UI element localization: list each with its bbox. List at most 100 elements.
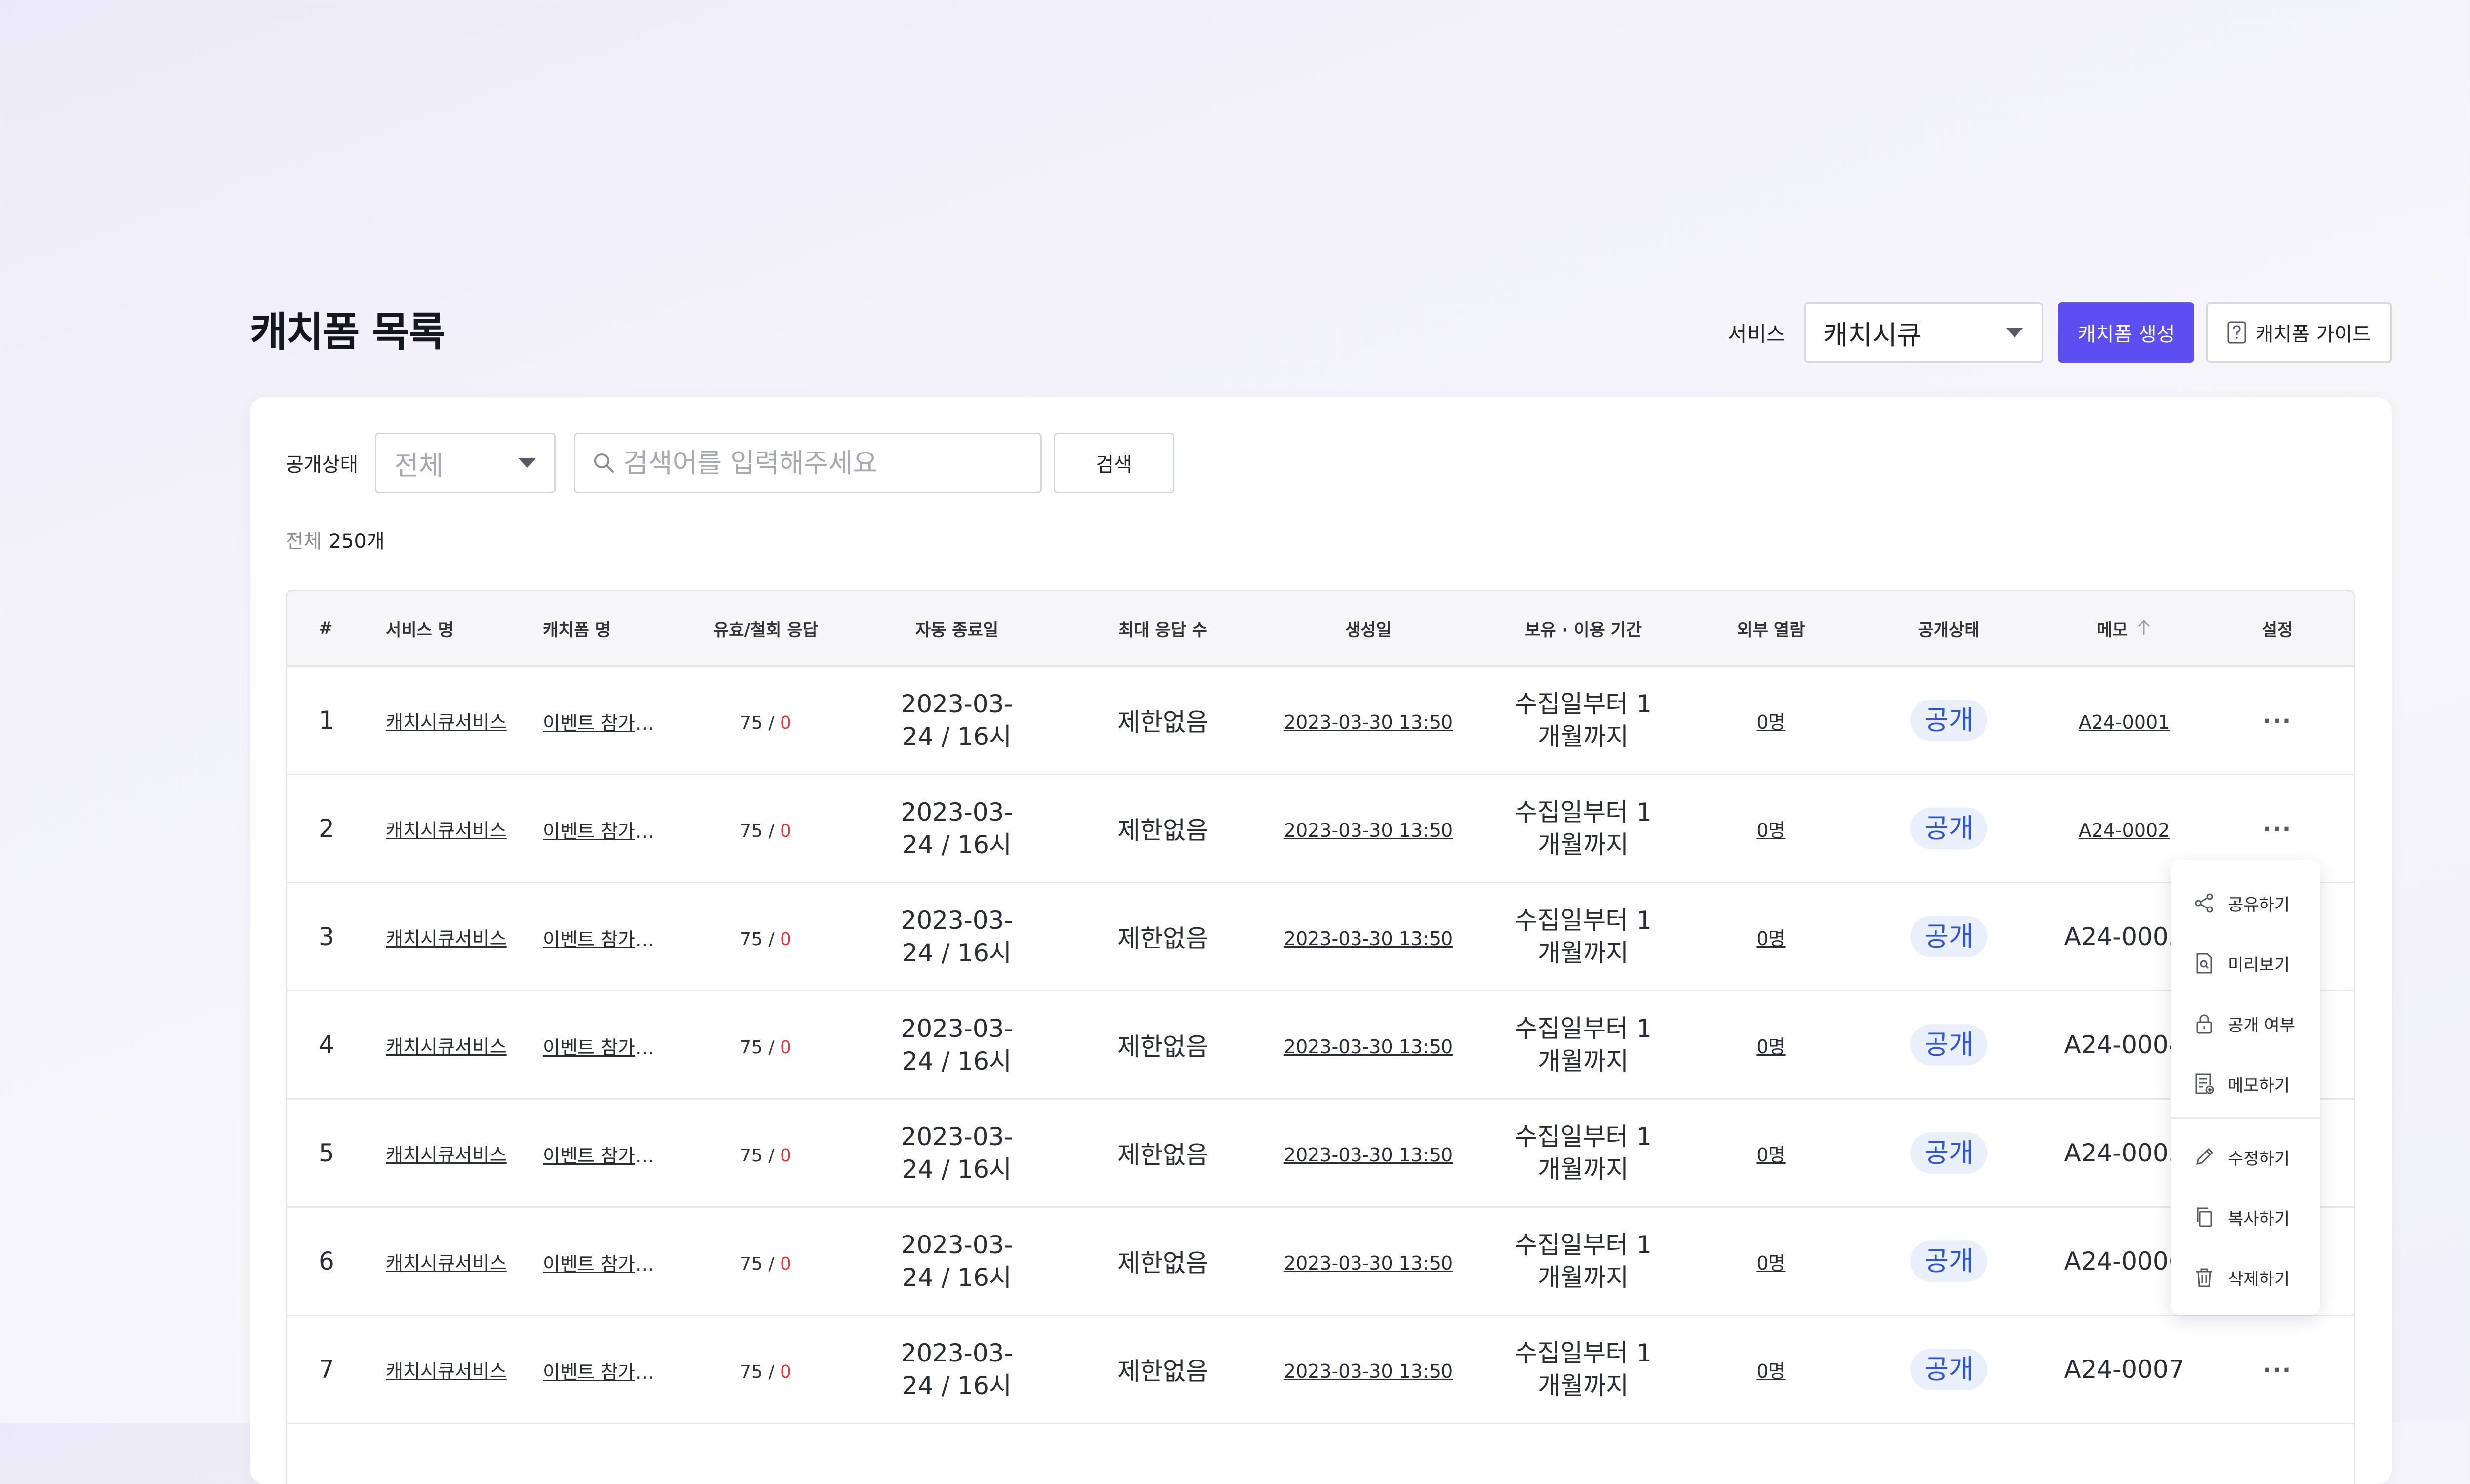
- row-number: 3: [287, 882, 386, 991]
- created-date-link[interactable]: 2023-03-30 13:50: [1284, 820, 1453, 841]
- menu-item-label: 삭제하기: [2228, 1269, 2290, 1289]
- created-date-link[interactable]: 2023-03-30 13:50: [1284, 1360, 1453, 1382]
- row-number: 4: [287, 990, 386, 1100]
- form-name-link[interactable]: 이벤트 참가신청서: [543, 1249, 657, 1276]
- search-button[interactable]: 검색: [1054, 433, 1175, 493]
- status-filter-select[interactable]: 전체: [375, 433, 556, 493]
- search-box[interactable]: [574, 433, 1042, 493]
- page-header: 캐치폼 목록 서비스 캐치시큐 캐치폼 생성 캐치폼 가이드: [250, 301, 2392, 364]
- external-view-link[interactable]: 0명: [1756, 1360, 1785, 1382]
- search-input[interactable]: [623, 447, 1024, 479]
- form-guide-button[interactable]: 캐치폼 가이드: [2206, 302, 2392, 363]
- memo-value: A24-0006: [2064, 1247, 2184, 1276]
- auto-end-date-cell: 2023-03-24 / 16시: [850, 666, 1064, 775]
- max-responses-cell: 제한없음: [1064, 882, 1262, 991]
- response-ratio-cell: 75 / 0: [681, 666, 850, 775]
- search-icon: [592, 451, 616, 475]
- column-header-service-name: 서비스 명: [386, 591, 543, 667]
- withdrawn-responses: 0: [780, 1362, 791, 1382]
- auto-end-date: 2023-03-24 / 16시: [901, 1014, 1013, 1075]
- form-name-link[interactable]: 이벤트 참가신청서: [543, 1141, 657, 1168]
- menu-item-edit[interactable]: 수정하기: [2171, 1133, 2320, 1181]
- created-date-link[interactable]: 2023-03-30 13:50: [1284, 1036, 1453, 1058]
- service-select[interactable]: 캐치시큐: [1804, 302, 2043, 363]
- external-view-link[interactable]: 0명: [1756, 711, 1785, 733]
- external-view-link[interactable]: 0명: [1756, 928, 1785, 949]
- menu-item-delete[interactable]: 삭제하기: [2171, 1254, 2320, 1301]
- service-name-cell: 캐치시큐서비스: [386, 990, 543, 1100]
- form-name-cell: 이벤트 참가신청서: [543, 1207, 681, 1316]
- created-date-link[interactable]: 2023-03-30 13:50: [1284, 1144, 1453, 1166]
- service-name-link[interactable]: 캐치시큐서비스: [386, 820, 507, 841]
- created-date-link[interactable]: 2023-03-30 13:50: [1284, 928, 1453, 949]
- service-name-link[interactable]: 캐치시큐서비스: [386, 1036, 507, 1058]
- retention-period-cell: 수집일부터 1개월까지: [1475, 1315, 1692, 1424]
- created-date-link[interactable]: 2023-03-30 13:50: [1284, 1252, 1453, 1274]
- form-name-cell: 이벤트 참가신청서: [543, 774, 681, 883]
- external-view-link[interactable]: 0명: [1756, 1144, 1785, 1166]
- memo-value[interactable]: A24-0002: [2079, 820, 2170, 841]
- memo-value[interactable]: A24-0001: [2079, 711, 2170, 733]
- form-name-link[interactable]: 이벤트 참가신청서: [543, 816, 657, 843]
- status-badge: 공개: [1910, 1132, 1987, 1174]
- retention-period-cell: 수집일부터 1개월까지: [1475, 774, 1692, 883]
- memo-value: A24-0003: [2064, 922, 2184, 951]
- response-ratio-cell: 75 / 0: [681, 1099, 850, 1208]
- total-count-label: 전체: [286, 530, 322, 553]
- external-view-cell: 0명: [1692, 882, 1850, 991]
- menu-item-memo[interactable]: 메모하기: [2171, 1060, 2320, 1108]
- column-header-created-date: 생성일: [1262, 591, 1475, 667]
- service-name-cell: 캐치시큐서비스: [386, 774, 543, 883]
- memo-cell: A24-0007: [2048, 1315, 2201, 1424]
- more-horizontal-icon[interactable]: ···: [2263, 818, 2292, 840]
- menu-item-preview[interactable]: 미리보기: [2171, 940, 2320, 987]
- more-horizontal-icon[interactable]: ···: [2263, 709, 2292, 732]
- form-name-link[interactable]: 이벤트 참가신청서: [543, 708, 657, 735]
- column-header-auto-end-date: 자동 종료일: [850, 591, 1064, 667]
- memo-icon: [2192, 1072, 2216, 1096]
- max-responses-cell: 제한없음: [1064, 990, 1262, 1100]
- auto-end-date-cell: 2023-03-24 / 16시: [850, 1099, 1064, 1208]
- form-name-link[interactable]: 이벤트 참가신청서: [543, 1357, 657, 1384]
- menu-divider: [2171, 1117, 2320, 1119]
- response-ratio-cell: 75 / 0: [681, 990, 850, 1100]
- retention-period-cell: 수집일부터 1개월까지: [1475, 1207, 1692, 1316]
- external-view-link[interactable]: 0명: [1756, 1036, 1785, 1058]
- filter-bar: 공개상태 전체 검색: [286, 433, 1175, 493]
- created-date-cell: 2023-03-30 13:50: [1262, 1099, 1475, 1208]
- valid-responses: 75 /: [740, 1146, 775, 1166]
- service-name-link[interactable]: 캐치시큐서비스: [386, 1252, 507, 1274]
- memo-value: A24-0004: [2064, 1031, 2184, 1059]
- menu-item-visibility[interactable]: 공개 여부: [2171, 1000, 2320, 1047]
- form-name-link[interactable]: 이벤트 참가신청서: [543, 1032, 657, 1060]
- status-badge: 공개: [1910, 1240, 1987, 1282]
- valid-responses: 75 /: [740, 821, 775, 841]
- withdrawn-responses: 0: [780, 1254, 791, 1274]
- memo-cell: A24-0001: [2048, 666, 2201, 775]
- create-form-button[interactable]: 캐치폼 생성: [2058, 302, 2195, 363]
- memo-header-label: 메모: [2097, 620, 2128, 640]
- service-name-link[interactable]: 캐치시큐서비스: [386, 1144, 507, 1166]
- more-horizontal-icon[interactable]: ···: [2263, 1359, 2292, 1381]
- form-name-link[interactable]: 이벤트 참가신청서: [543, 924, 657, 951]
- status-badge: 공개: [1910, 916, 1987, 957]
- menu-item-copy[interactable]: 복사하기: [2171, 1194, 2320, 1241]
- service-name-link[interactable]: 캐치시큐서비스: [386, 928, 507, 949]
- external-view-link[interactable]: 0명: [1756, 1252, 1785, 1274]
- table-row: 5캐치시큐서비스 이벤트 참가신청서 75 / 0 2023-03-24 / 16시 제…: [287, 1099, 2354, 1208]
- menu-item-label: 메모하기: [2228, 1075, 2290, 1096]
- menu-item-share[interactable]: 공유하기: [2171, 879, 2320, 927]
- service-name-link[interactable]: 캐치시큐서비스: [386, 711, 507, 733]
- service-name-link[interactable]: 캐치시큐서비스: [386, 1360, 507, 1382]
- column-header-memo[interactable]: 메모: [2048, 591, 2201, 667]
- status-cell: 공개: [1850, 1315, 2048, 1424]
- table-row: 2캐치시큐서비스 이벤트 참가신청서 75 / 0 2023-03-24 / 16시 제…: [287, 774, 2354, 883]
- auto-end-date: 2023-03-24 / 16시: [901, 690, 1013, 751]
- copy-icon: [2192, 1205, 2216, 1229]
- status-badge: 공개: [1910, 808, 1987, 849]
- response-ratio-cell: 75 / 0: [681, 882, 850, 991]
- auto-end-date: 2023-03-24 / 16시: [901, 1339, 1013, 1400]
- external-view-link[interactable]: 0명: [1756, 820, 1785, 841]
- settings-cell: ···: [2201, 1315, 2354, 1424]
- created-date-link[interactable]: 2023-03-30 13:50: [1284, 711, 1453, 733]
